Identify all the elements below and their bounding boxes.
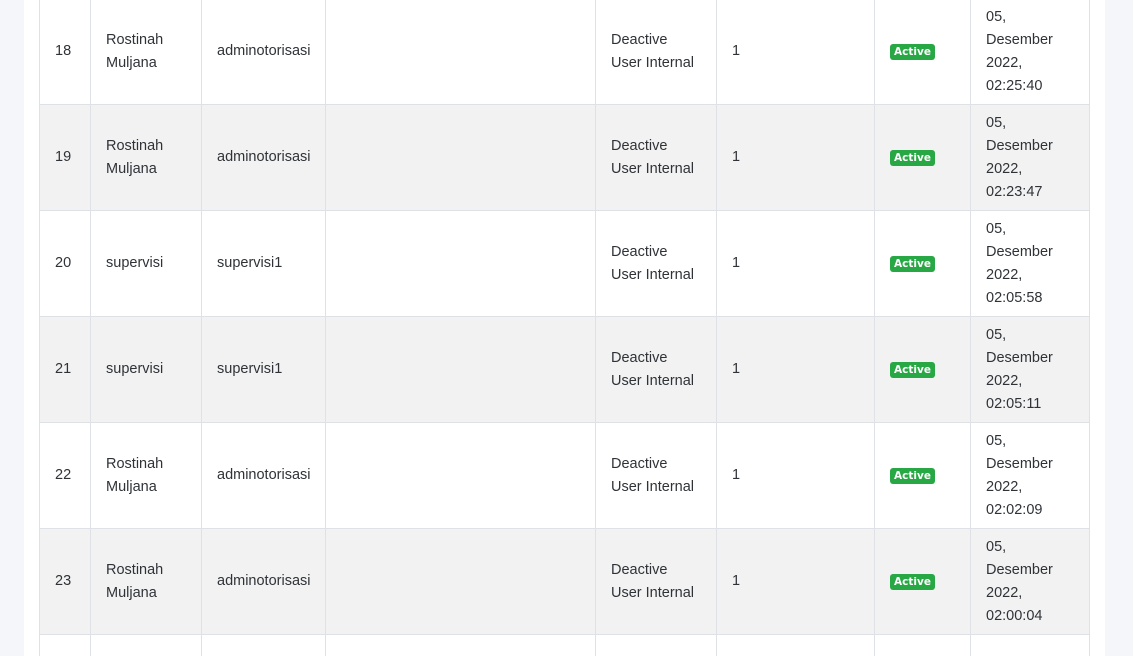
status-badge: Active bbox=[890, 574, 935, 590]
cell-username: supervisi1 bbox=[201, 316, 326, 423]
content-card: 18 Rostinah Muljana adminotorisasi Deact… bbox=[24, 0, 1105, 656]
table-row: 19 Rostinah Muljana adminotorisasi Deact… bbox=[39, 104, 1090, 211]
cell-status: Active bbox=[874, 316, 971, 423]
cell-name: supervisi bbox=[90, 210, 202, 317]
cell-no: 22 bbox=[39, 422, 91, 529]
cell-datetime: 05, Desember 2022, 02:02:09 bbox=[970, 422, 1090, 529]
status-badge: Active bbox=[890, 150, 935, 166]
cell-activity: Deactive User Internal bbox=[595, 104, 717, 211]
cell-empty bbox=[970, 634, 1090, 656]
cell-description bbox=[325, 0, 596, 105]
cell-status: Active bbox=[874, 528, 971, 635]
cell-status: Active bbox=[874, 210, 971, 317]
cell-activity: Deactive User Internal bbox=[595, 422, 717, 529]
activity-log-table: 18 Rostinah Muljana adminotorisasi Deact… bbox=[39, 0, 1090, 656]
cell-activity: Deactive User Internal bbox=[595, 528, 717, 635]
cell-username: adminotorisasi bbox=[201, 422, 326, 529]
cell-name: Rostinah Muljana bbox=[90, 422, 202, 529]
cell-name: supervisi bbox=[90, 316, 202, 423]
cell-no: 18 bbox=[39, 0, 91, 105]
cell-empty bbox=[874, 634, 971, 656]
status-badge: Active bbox=[890, 468, 935, 484]
table-row-partial bbox=[39, 634, 1090, 656]
table-row: 21 supervisi supervisi1 Deactive User In… bbox=[39, 316, 1090, 423]
table-row: 23 Rostinah Muljana adminotorisasi Deact… bbox=[39, 528, 1090, 635]
cell-name: Rostinah Muljana bbox=[90, 528, 202, 635]
cell-username: supervisi1 bbox=[201, 210, 326, 317]
cell-description bbox=[325, 316, 596, 423]
cell-description bbox=[325, 528, 596, 635]
status-badge: Active bbox=[890, 256, 935, 272]
status-badge: Active bbox=[890, 362, 935, 378]
cell-activity: Deactive User Internal bbox=[595, 0, 717, 105]
cell-empty bbox=[325, 634, 596, 656]
table-row: 20 supervisi supervisi1 Deactive User In… bbox=[39, 210, 1090, 317]
cell-username: adminotorisasi bbox=[201, 528, 326, 635]
cell-status: Active bbox=[874, 422, 971, 529]
cell-username: adminotorisasi bbox=[201, 0, 326, 105]
cell-activity: Deactive User Internal bbox=[595, 210, 717, 317]
cell-count: 1 bbox=[716, 0, 875, 105]
cell-status: Active bbox=[874, 104, 971, 211]
cell-description bbox=[325, 422, 596, 529]
cell-no: 23 bbox=[39, 528, 91, 635]
cell-datetime: 05, Desember 2022, 02:00:04 bbox=[970, 528, 1090, 635]
cell-empty bbox=[201, 634, 326, 656]
cell-empty bbox=[716, 634, 875, 656]
cell-no: 19 bbox=[39, 104, 91, 211]
table-row: 18 Rostinah Muljana adminotorisasi Deact… bbox=[39, 0, 1090, 105]
cell-datetime: 05, Desember 2022, 02:25:40 bbox=[970, 0, 1090, 105]
cell-name: Rostinah Muljana bbox=[90, 0, 202, 105]
cell-count: 1 bbox=[716, 210, 875, 317]
cell-datetime: 05, Desember 2022, 02:23:47 bbox=[970, 104, 1090, 211]
cell-description bbox=[325, 104, 596, 211]
cell-empty bbox=[90, 634, 202, 656]
table-body: 18 Rostinah Muljana adminotorisasi Deact… bbox=[39, 0, 1090, 656]
cell-count: 1 bbox=[716, 104, 875, 211]
cell-count: 1 bbox=[716, 528, 875, 635]
cell-activity: Deactive User Internal bbox=[595, 316, 717, 423]
cell-description bbox=[325, 210, 596, 317]
cell-no: 21 bbox=[39, 316, 91, 423]
cell-empty bbox=[39, 634, 91, 656]
cell-datetime: 05, Desember 2022, 02:05:11 bbox=[970, 316, 1090, 423]
table-row: 22 Rostinah Muljana adminotorisasi Deact… bbox=[39, 422, 1090, 529]
cell-empty bbox=[595, 634, 717, 656]
cell-name: Rostinah Muljana bbox=[90, 104, 202, 211]
cell-count: 1 bbox=[716, 422, 875, 529]
cell-count: 1 bbox=[716, 316, 875, 423]
cell-username: adminotorisasi bbox=[201, 104, 326, 211]
cell-datetime: 05, Desember 2022, 02:05:58 bbox=[970, 210, 1090, 317]
status-badge: Active bbox=[890, 44, 935, 60]
cell-status: Active bbox=[874, 0, 971, 105]
cell-no: 20 bbox=[39, 210, 91, 317]
